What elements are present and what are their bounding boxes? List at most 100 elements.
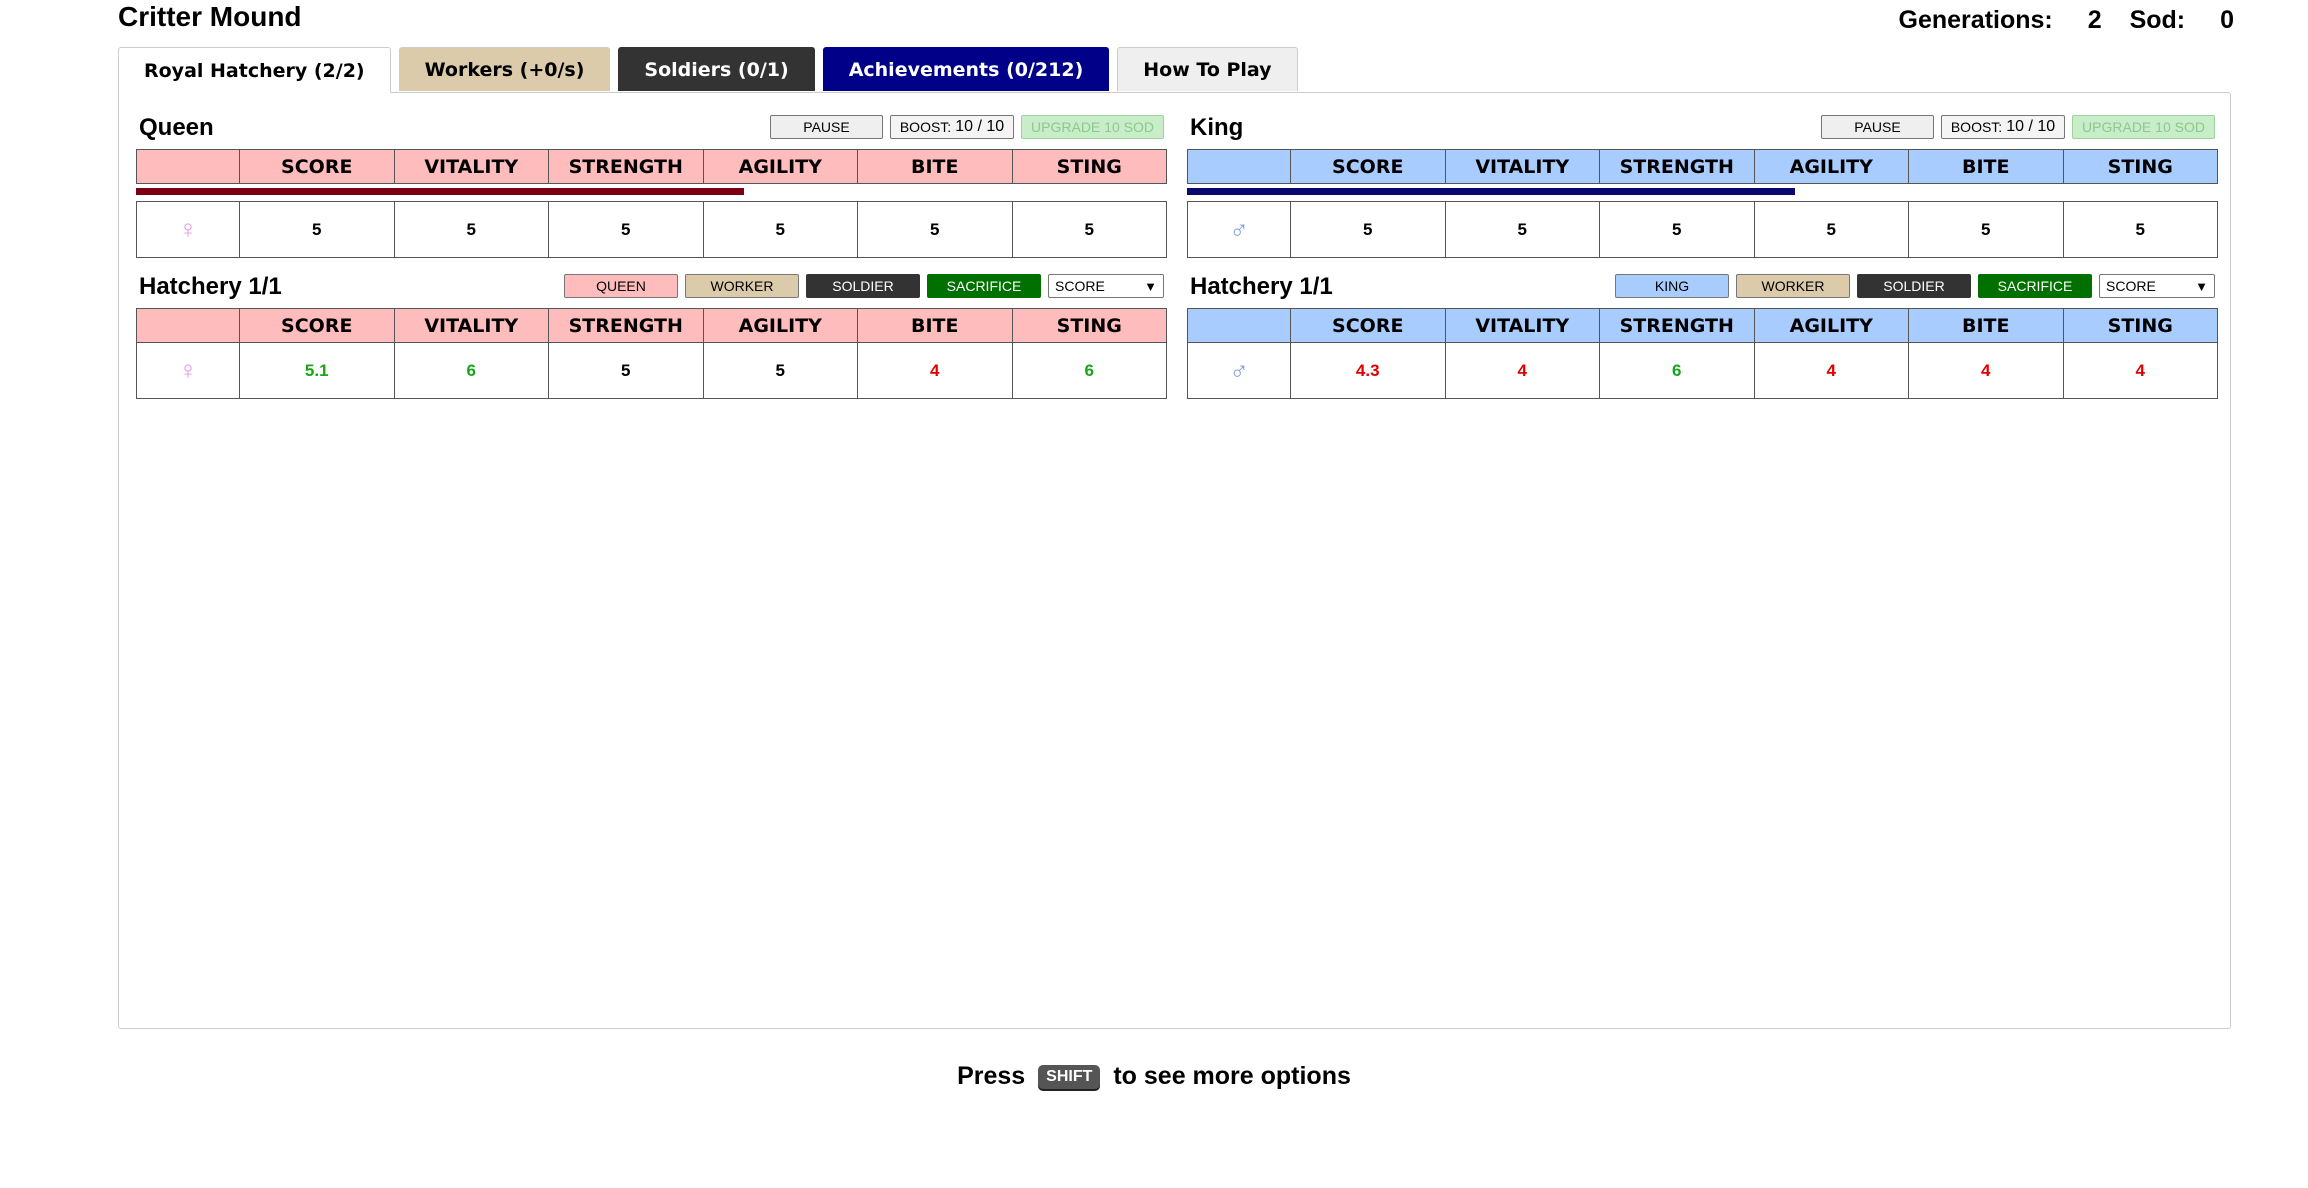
king-strength: 5 bbox=[1599, 201, 1755, 258]
queen-vitality: 5 bbox=[393, 201, 549, 258]
column-header-strength[interactable]: STRENGTH bbox=[1599, 149, 1755, 184]
queen-row[interactable]: ♀ 5 5 5 5 5 5 bbox=[136, 201, 1167, 258]
tab-soldiers[interactable]: Soldiers (0/1) bbox=[618, 47, 815, 91]
female-hatchling-strength: 5 bbox=[548, 342, 704, 399]
king-score: 5 bbox=[1290, 201, 1446, 258]
male-hatchery-section: Hatchery 1/1 KING WORKER SOLDIER SACRIFI… bbox=[1187, 272, 2218, 399]
female-hatchery-table: SCORE VITALITY STRENGTH AGILITY BITE STI… bbox=[136, 308, 1167, 399]
move-to-queen-button[interactable]: QUEEN bbox=[564, 274, 678, 298]
shift-key-icon: SHIFT bbox=[1038, 1065, 1101, 1089]
queen-header: Queen PAUSE BOOST: 10 / 10 UPGRADE 10 SOD bbox=[136, 113, 1167, 149]
male-hatchery-row[interactable]: ♂ 4.3 4 6 4 4 4 bbox=[1187, 342, 2218, 399]
female-hatchery-row[interactable]: ♀ 5.1 6 5 5 4 6 bbox=[136, 342, 1167, 399]
royal-hatchery-panel: Queen PAUSE BOOST: 10 / 10 UPGRADE 10 SOD… bbox=[118, 92, 2231, 1029]
male-move-to-soldier-button[interactable]: SOLDIER bbox=[1857, 274, 1971, 298]
king-column-headers: SCORE VITALITY STRENGTH AGILITY BITE STI… bbox=[1187, 149, 2218, 184]
queen-title: Queen bbox=[139, 114, 214, 141]
chevron-down-icon: ▼ bbox=[1144, 278, 1157, 294]
app-root: Critter Mound Generations: 2 Sod: 0 Royal… bbox=[0, 0, 2308, 1188]
column-header-sting[interactable]: STING bbox=[1011, 149, 1167, 184]
female-hatchling-bite: 4 bbox=[857, 342, 1013, 399]
tab-how-to-play[interactable]: How To Play bbox=[1117, 47, 1298, 91]
queen-progress-fill bbox=[136, 188, 745, 195]
column-header-agility[interactable]: AGILITY bbox=[702, 149, 858, 184]
female-hatchling-agility: 5 bbox=[702, 342, 858, 399]
column-header-bite[interactable]: BITE bbox=[857, 149, 1013, 184]
king-symbol-cell: ♂ bbox=[1187, 201, 1291, 258]
female-hatchling-sting: 6 bbox=[1011, 342, 1167, 399]
male-symbol-icon: ♂ bbox=[1229, 355, 1249, 385]
tab-workers[interactable]: Workers (+0/s) bbox=[398, 47, 611, 91]
column-header-sting[interactable]: STING bbox=[2062, 308, 2218, 343]
column-header-strength[interactable]: STRENGTH bbox=[548, 308, 704, 343]
male-sort-value: SCORE bbox=[2106, 278, 2156, 294]
female-move-to-soldier-button[interactable]: SOLDIER bbox=[806, 274, 920, 298]
generations-label: Generations: bbox=[1898, 6, 2053, 34]
column-header-agility[interactable]: AGILITY bbox=[1753, 149, 1909, 184]
shift-hint: Press SHIFT to see more options bbox=[0, 1062, 2308, 1091]
queen-boost-button[interactable]: BOOST: 10 / 10 bbox=[890, 115, 1014, 139]
male-sacrifice-button[interactable]: SACRIFICE bbox=[1978, 274, 2092, 298]
male-hatchling-vitality: 4 bbox=[1444, 342, 1600, 399]
column-header-blank bbox=[1187, 149, 1291, 184]
king-stats-header-table: SCORE VITALITY STRENGTH AGILITY BITE STI… bbox=[1187, 149, 2218, 184]
column-header-agility[interactable]: AGILITY bbox=[1753, 308, 1909, 343]
queen-pause-button[interactable]: PAUSE bbox=[770, 115, 883, 139]
chevron-down-icon: ▼ bbox=[2195, 278, 2208, 294]
male-hatchling-bite: 4 bbox=[1908, 342, 2064, 399]
sod-label: Sod: bbox=[2129, 6, 2186, 34]
king-upgrade-button[interactable]: UPGRADE 10 SOD bbox=[2072, 115, 2215, 139]
female-sort-select[interactable]: SCORE ▼ bbox=[1048, 274, 1164, 298]
column-header-bite[interactable]: BITE bbox=[1908, 308, 2064, 343]
queen-agility: 5 bbox=[702, 201, 858, 258]
queen-strength: 5 bbox=[548, 201, 704, 258]
column-header-strength[interactable]: STRENGTH bbox=[548, 149, 704, 184]
king-pause-button[interactable]: PAUSE bbox=[1821, 115, 1934, 139]
column-header-vitality[interactable]: VITALITY bbox=[393, 149, 549, 184]
column-header-score[interactable]: SCORE bbox=[239, 149, 395, 184]
column-header-vitality[interactable]: VITALITY bbox=[1444, 149, 1600, 184]
female-hatchery-title: Hatchery 1/1 bbox=[139, 273, 282, 300]
column-header-vitality[interactable]: VITALITY bbox=[393, 308, 549, 343]
column-header-score[interactable]: SCORE bbox=[239, 308, 395, 343]
female-sort-value: SCORE bbox=[1055, 278, 1105, 294]
king-boost-value: 10 / 10 bbox=[2006, 118, 2056, 135]
column-header-agility[interactable]: AGILITY bbox=[702, 308, 858, 343]
king-bite: 5 bbox=[1908, 201, 2064, 258]
queen-symbol-cell: ♀ bbox=[136, 201, 240, 258]
king-row[interactable]: ♂ 5 5 5 5 5 5 bbox=[1187, 201, 2218, 258]
king-stats-table: ♂ 5 5 5 5 5 5 bbox=[1187, 201, 2218, 258]
female-hatchery-section: Hatchery 1/1 QUEEN WORKER SOLDIER SACRIF… bbox=[136, 272, 1167, 399]
sod-value: 0 bbox=[2220, 6, 2234, 34]
male-hatchery-column-headers: SCORE VITALITY STRENGTH AGILITY BITE STI… bbox=[1187, 308, 2218, 343]
shift-hint-press: Press bbox=[957, 1062, 1026, 1090]
column-header-bite[interactable]: BITE bbox=[1908, 149, 2064, 184]
tab-achievements[interactable]: Achievements (0/212) bbox=[822, 47, 1110, 91]
male-sort-select[interactable]: SCORE ▼ bbox=[2099, 274, 2215, 298]
column-header-strength[interactable]: STRENGTH bbox=[1599, 308, 1755, 343]
female-sacrifice-button[interactable]: SACRIFICE bbox=[927, 274, 1041, 298]
sod-stat: Sod: 0 bbox=[2130, 6, 2234, 34]
column-header-score[interactable]: SCORE bbox=[1290, 149, 1446, 184]
generations-value: 2 bbox=[2087, 6, 2102, 34]
queen-stats-header-table: SCORE VITALITY STRENGTH AGILITY BITE STI… bbox=[136, 149, 1167, 184]
column-header-vitality[interactable]: VITALITY bbox=[1444, 308, 1600, 343]
king-progress-bar bbox=[1187, 188, 2218, 195]
move-to-king-button[interactable]: KING bbox=[1615, 274, 1729, 298]
column-header-bite[interactable]: BITE bbox=[857, 308, 1013, 343]
female-hatchery-column-headers: SCORE VITALITY STRENGTH AGILITY BITE STI… bbox=[136, 308, 1167, 343]
column-header-sting[interactable]: STING bbox=[1011, 308, 1167, 343]
column-header-blank bbox=[136, 149, 240, 184]
queen-upgrade-button[interactable]: UPGRADE 10 SOD bbox=[1021, 115, 1164, 139]
column-header-sting[interactable]: STING bbox=[2062, 149, 2218, 184]
column-header-score[interactable]: SCORE bbox=[1290, 308, 1446, 343]
king-boost-button[interactable]: BOOST: 10 / 10 bbox=[1941, 115, 2065, 139]
male-move-to-worker-button[interactable]: WORKER bbox=[1736, 274, 1850, 298]
king-boost-label: BOOST: bbox=[1950, 119, 2003, 135]
header-stats: Generations: 2 Sod: 0 bbox=[1899, 6, 2234, 35]
tab-royal-hatchery[interactable]: Royal Hatchery (2/2) bbox=[118, 47, 391, 93]
king-progress-fill bbox=[1187, 188, 1796, 195]
queen-section: Queen PAUSE BOOST: 10 / 10 UPGRADE 10 SOD… bbox=[136, 113, 1167, 258]
female-move-to-worker-button[interactable]: WORKER bbox=[685, 274, 799, 298]
shift-hint-text: to see more options bbox=[1113, 1062, 1351, 1090]
